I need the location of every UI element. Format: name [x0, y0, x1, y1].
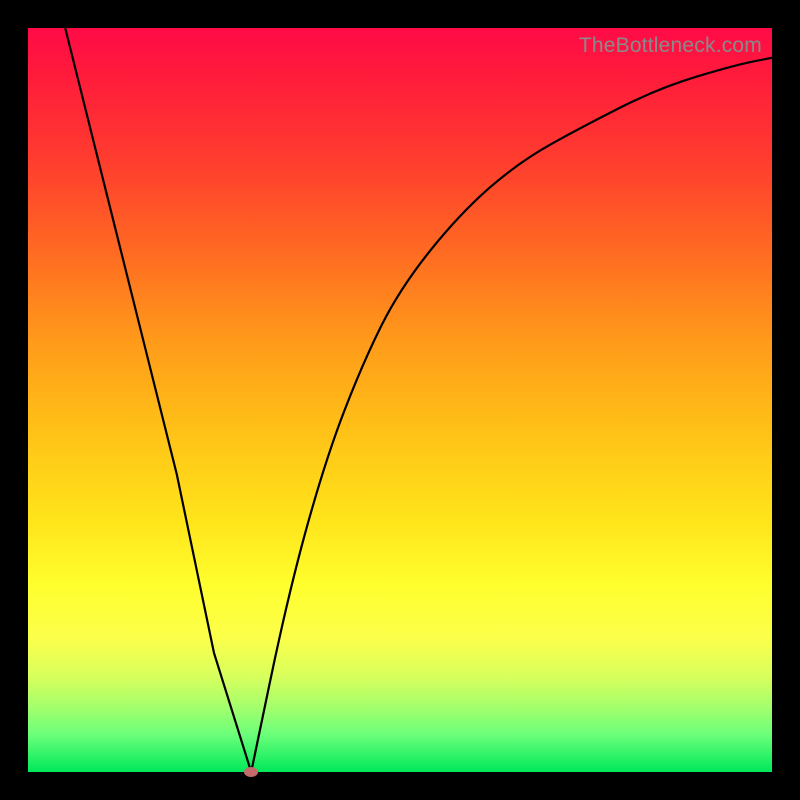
watermark-text: TheBottleneck.com [579, 34, 762, 58]
bottleneck-curve [28, 28, 772, 772]
plot-area: TheBottleneck.com [28, 28, 772, 772]
optimal-point-marker [244, 767, 258, 777]
chart-frame: TheBottleneck.com [0, 0, 800, 800]
